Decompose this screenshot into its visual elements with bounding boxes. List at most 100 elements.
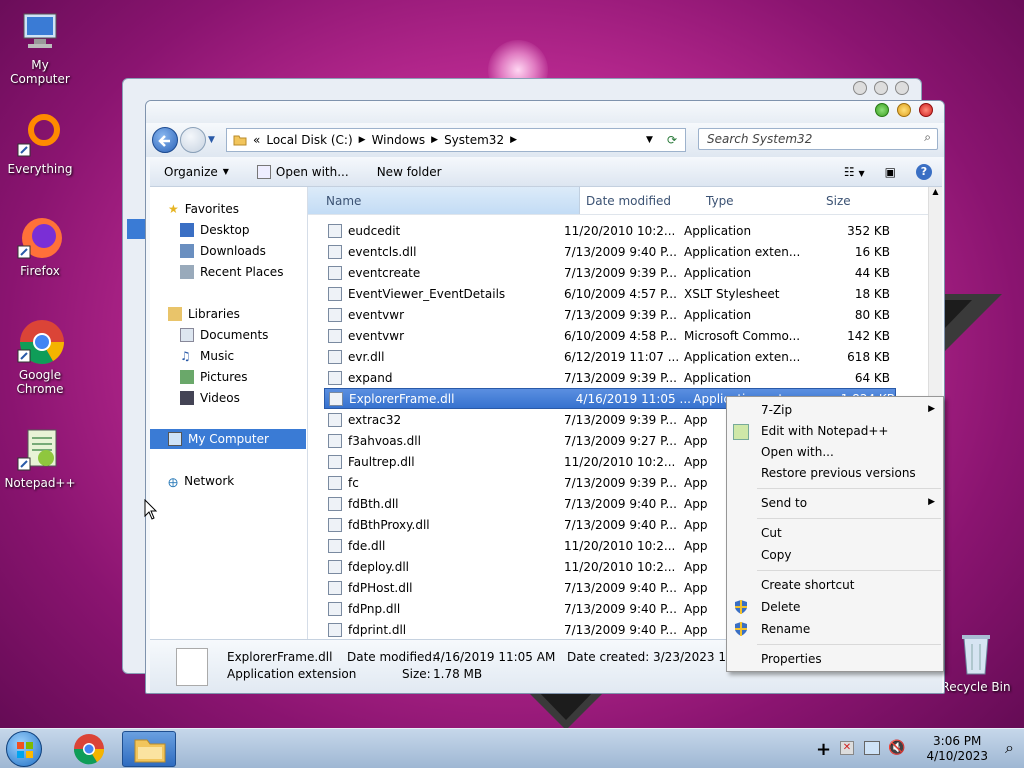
column-header-size[interactable]: Size	[820, 187, 920, 214]
security-alert-icon[interactable]: ✕	[840, 741, 854, 755]
close-icon[interactable]	[919, 103, 933, 117]
file-name-cell: eventcreate	[308, 265, 564, 280]
close-icon[interactable]	[895, 81, 909, 95]
file-row[interactable]: eventcreate 7/13/2009 9:39 P... Applicatio…	[308, 262, 928, 283]
column-header-name[interactable]: Name	[308, 187, 580, 214]
back-button[interactable]	[152, 127, 178, 153]
forward-button[interactable]	[180, 127, 206, 153]
details-filetype: Application extension	[227, 667, 357, 681]
videos-icon	[180, 391, 194, 405]
taskbar-file-explorer[interactable]	[122, 731, 176, 767]
menu-item-rename[interactable]: Rename	[761, 619, 810, 639]
file-row[interactable]: eventcls.dll 7/13/2009 9:40 P... Applicati…	[308, 241, 928, 262]
desktop-icon-my-computer[interactable]: My Computer	[0, 8, 80, 86]
nav-favorites[interactable]: ★ Favorites	[150, 199, 306, 219]
submenu-arrow-icon: ▶	[928, 497, 935, 507]
start-button[interactable]	[6, 731, 42, 767]
breadcrumb-separator-icon[interactable]: ▶	[510, 135, 517, 145]
menu-item-properties[interactable]: Properties	[761, 649, 822, 669]
view-options-button[interactable]: ☷ ▼	[834, 165, 875, 179]
minimize-icon[interactable]	[875, 103, 889, 117]
address-bar[interactable]: « Local Disk (C:) ▶ Windows ▶ System32 ▶…	[226, 128, 686, 152]
column-header-type[interactable]: Type	[700, 187, 820, 214]
menu-item-7zip[interactable]: 7-Zip	[761, 400, 792, 420]
file-icon	[328, 622, 342, 637]
file-row[interactable]: eventvwr 6/10/2009 4:58 P... Microsoft Com…	[308, 325, 928, 346]
menu-item-edit-notepad[interactable]: Edit with Notepad++	[761, 421, 888, 441]
address-dropdown-icon[interactable]: ▼	[646, 135, 653, 145]
title-bar[interactable]	[146, 101, 944, 123]
organize-button[interactable]: Organize ▼	[150, 165, 243, 179]
new-folder-button[interactable]: New folder	[363, 165, 456, 179]
preview-pane-icon[interactable]: ▣	[875, 165, 906, 179]
menu-item-send-to[interactable]: Send to	[761, 493, 807, 513]
nav-downloads[interactable]: Downloads	[150, 241, 306, 261]
desktop-icon-recycle-bin[interactable]: Recycle Bin	[936, 630, 1016, 694]
file-row[interactable]: eventvwr 7/13/2009 9:39 P... Application 80…	[308, 304, 928, 325]
search-input[interactable]: Search System32 ⌕	[698, 128, 938, 150]
desktop-icon	[180, 223, 194, 237]
scroll-up-icon[interactable]: ▲	[929, 187, 942, 201]
add-icon[interactable]: +	[816, 739, 831, 760]
file-row[interactable]: EventViewer_EventDetails 6/10/2009 4:57 P…	[308, 283, 928, 304]
maximize-icon[interactable]	[897, 103, 911, 117]
file-row[interactable]: evr.dll 6/12/2019 11:07 ... Application ex…	[308, 346, 928, 367]
file-row[interactable]: eudcedit 11/20/2010 10:2... Application 352…	[308, 220, 928, 241]
menu-item-open-with[interactable]: Open with...	[761, 442, 834, 462]
nav-videos[interactable]: Videos	[150, 388, 306, 408]
back-arrow-icon	[158, 135, 170, 147]
chrome-icon	[73, 734, 105, 765]
nav-music[interactable]: ♫ Music	[150, 346, 306, 366]
taskbar-chrome[interactable]	[62, 731, 116, 767]
nav-recent-places[interactable]: Recent Places	[150, 262, 306, 282]
file-icon	[328, 454, 342, 469]
file-row[interactable]: expand 7/13/2009 9:39 P... Application 64 K…	[308, 367, 928, 388]
desktop-icon-firefox[interactable]: Firefox	[0, 214, 80, 278]
search-icon[interactable]: ⌕	[924, 130, 931, 145]
taskbar-clock[interactable]: 3:06 PM 4/10/2023	[926, 734, 988, 764]
nav-pictures[interactable]: Pictures	[150, 367, 306, 387]
nav-libraries[interactable]: Libraries	[150, 304, 306, 324]
details-modified-label: Date modified:	[347, 650, 437, 664]
file-name: fdBth.dll	[348, 496, 399, 511]
nav-my-computer[interactable]: My Computer	[150, 429, 306, 449]
breadcrumb-windows[interactable]: Windows	[372, 133, 426, 147]
volume-muted-icon[interactable]: 🔇	[888, 740, 905, 756]
desktop-icon-everything[interactable]: Everything	[0, 112, 80, 176]
menu-separator	[757, 644, 941, 645]
documents-icon	[180, 328, 194, 342]
open-with-button[interactable]: Open with...	[243, 164, 363, 179]
breadcrumb-separator-icon[interactable]: ▶	[359, 135, 366, 145]
network-tray-icon[interactable]	[864, 741, 880, 755]
search-icon[interactable]: ⌕	[1005, 738, 1014, 758]
desktop-icon-chrome[interactable]: Google Chrome	[0, 318, 80, 396]
network-icon: 🜨	[168, 475, 179, 490]
file-icon	[329, 391, 343, 406]
chevron-down-icon: ▼	[858, 168, 865, 178]
recent-pages-chevron-icon[interactable]: ▼	[208, 135, 215, 145]
menu-item-create-shortcut[interactable]: Create shortcut	[761, 575, 854, 595]
menu-item-cut[interactable]: Cut	[761, 523, 782, 543]
breadcrumb-separator-icon[interactable]: ▶	[431, 135, 438, 145]
menu-item-copy[interactable]: Copy	[761, 545, 791, 565]
breadcrumb-overflow[interactable]: «	[253, 133, 260, 147]
breadcrumb-system32[interactable]: System32	[444, 133, 504, 147]
nav-documents[interactable]: Documents	[150, 325, 306, 345]
maximize-icon[interactable]	[874, 81, 888, 95]
file-name: fdBthProxy.dll	[348, 517, 430, 532]
refresh-icon[interactable]: ⟳	[659, 133, 685, 147]
file-name-cell: eventvwr	[308, 328, 564, 343]
breadcrumb-local-disk[interactable]: Local Disk (C:)	[266, 133, 352, 147]
file-date: 7/13/2009 9:40 P...	[564, 496, 677, 511]
help-icon[interactable]: ?	[906, 163, 942, 180]
file-size: 618 KB	[847, 349, 890, 364]
menu-item-restore-versions[interactable]: Restore previous versions	[761, 463, 916, 483]
desktop-icon-notepad-plus-plus[interactable]: Notepad++	[0, 426, 80, 490]
desktop-icon-label: Google Chrome	[16, 368, 64, 396]
column-header-date[interactable]: Date modified	[580, 187, 700, 214]
menu-item-delete[interactable]: Delete	[761, 597, 800, 617]
nav-desktop[interactable]: Desktop	[150, 220, 306, 240]
minimize-icon[interactable]	[853, 81, 867, 95]
file-type: Application	[684, 307, 752, 322]
nav-network[interactable]: 🜨 Network	[150, 471, 306, 491]
